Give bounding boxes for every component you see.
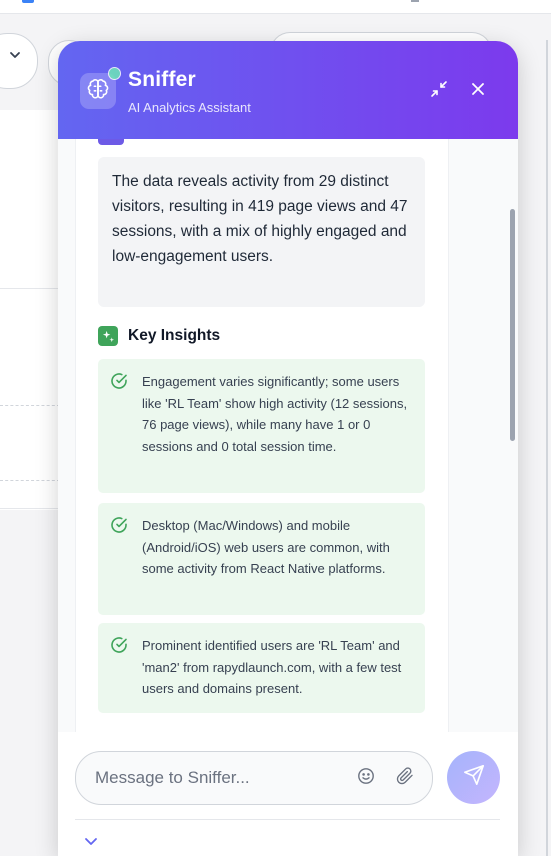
composer-divider — [75, 819, 500, 820]
background-dropdown[interactable] — [0, 33, 38, 89]
insight-text: Desktop (Mac/Windows) and mobile (Androi… — [142, 518, 390, 576]
paperclip-icon — [396, 766, 414, 790]
chat-widget: Sniffer AI Analytics Assistant The data … — [58, 41, 518, 856]
background-divider — [0, 288, 60, 289]
summary-text: The data reveals activity from 29 distin… — [112, 173, 408, 265]
brain-icon — [87, 78, 109, 105]
insight-item: Engagement varies significantly; some us… — [98, 359, 425, 493]
message-input[interactable] — [93, 764, 337, 792]
send-icon — [463, 764, 485, 791]
emoji-button[interactable] — [354, 766, 378, 790]
assistant-avatar — [80, 67, 121, 109]
check-circle-icon — [110, 372, 128, 390]
background-divider — [0, 480, 60, 481]
background-logo-mark — [22, 0, 34, 3]
chat-messages[interactable]: The data reveals activity from 29 distin… — [58, 139, 518, 732]
chat-subtitle: AI Analytics Assistant — [128, 100, 251, 115]
check-circle-icon — [110, 636, 128, 654]
background-divider — [0, 405, 60, 406]
chat-title: Sniffer — [128, 68, 196, 91]
messages-scrollbar[interactable] — [510, 209, 515, 441]
minimize-icon — [430, 80, 448, 103]
assistant-message: The data reveals activity from 29 distin… — [76, 139, 448, 732]
background-mark — [411, 0, 419, 2]
insight-item: Desktop (Mac/Windows) and mobile (Androi… — [98, 503, 425, 615]
background-divider — [0, 508, 60, 509]
close-button[interactable] — [466, 79, 490, 103]
background-topbar — [0, 0, 551, 14]
sparkle-icon — [98, 326, 118, 346]
summary-box: The data reveals activity from 29 distin… — [98, 157, 425, 307]
chat-header: Sniffer AI Analytics Assistant — [58, 41, 518, 139]
minimize-button[interactable] — [427, 79, 451, 103]
chevron-down-icon — [84, 833, 98, 850]
smiley-icon — [357, 767, 375, 790]
message-input-container[interactable] — [75, 751, 433, 805]
insight-text: Engagement varies significantly; some us… — [142, 374, 408, 454]
send-button[interactable] — [447, 751, 500, 804]
close-icon — [471, 82, 485, 101]
background-panel — [0, 110, 60, 510]
check-circle-icon — [110, 516, 128, 534]
insight-item: Prominent identified users are 'RL Team'… — [98, 623, 425, 713]
collapse-button[interactable] — [84, 833, 102, 847]
composer — [58, 732, 518, 856]
key-insights-heading: Key Insights — [98, 325, 220, 347]
attach-button[interactable] — [393, 766, 417, 790]
background-scrollbar — [546, 40, 548, 856]
online-status-indicator — [108, 67, 121, 80]
section-icon — [98, 139, 124, 145]
key-insights-label: Key Insights — [128, 327, 221, 344]
chevron-down-icon — [9, 48, 21, 66]
insight-text: Prominent identified users are 'RL Team'… — [142, 638, 402, 696]
